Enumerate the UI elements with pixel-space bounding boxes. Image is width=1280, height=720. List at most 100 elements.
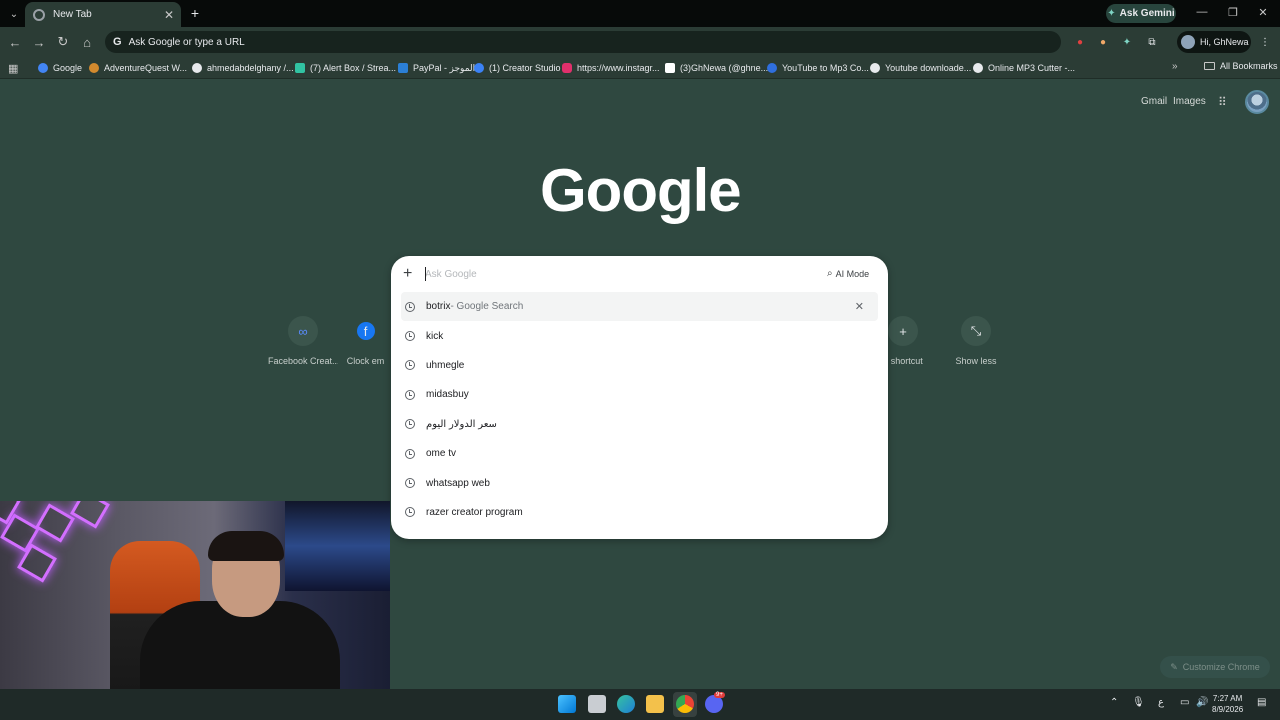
streamlabs-icon <box>295 63 305 73</box>
apps-grid-icon[interactable]: ▦ <box>8 62 18 75</box>
task-view-icon[interactable] <box>588 695 606 713</box>
meta-icon: ∞ <box>288 316 318 346</box>
extension-orange-icon[interactable]: ● <box>1096 35 1110 49</box>
paypal-icon <box>398 63 408 73</box>
ai-mode-button[interactable]: ⌕ AI Mode <box>827 268 869 279</box>
show-less-shortcut[interactable]: ⤡ Show less <box>941 316 1011 366</box>
history-icon <box>405 419 415 430</box>
hex-light <box>70 501 110 529</box>
all-bookmarks-button[interactable]: All Bookmarks <box>1204 61 1278 71</box>
account-avatar[interactable] <box>1245 90 1269 114</box>
volume-icon[interactable]: 🔊 <box>1196 697 1208 708</box>
shortcut-facebook-creator[interactable]: ∞ Facebook Creat... <box>268 316 338 366</box>
google-logo: Google <box>540 157 742 224</box>
globe-icon <box>973 63 983 73</box>
gemini-spark-icon: ✦ <box>1107 8 1116 19</box>
google-apps-icon[interactable]: ⠿ <box>1218 95 1232 109</box>
kebab-menu-icon[interactable]: ⋮ <box>1258 35 1272 49</box>
suggestion-item[interactable]: botrix - Google Search ✕ <box>401 292 878 322</box>
bookmark-item[interactable]: Online MP3 Cutter -... <box>973 61 1075 75</box>
google-g-icon: G <box>113 36 122 48</box>
globe-icon <box>870 63 880 73</box>
bookmark-item[interactable]: PayPal - الموجز <box>398 61 475 75</box>
shortcut-clock[interactable]: f Clock em <box>343 316 388 366</box>
extension-pin-icon[interactable]: ✦ <box>1120 35 1134 49</box>
network-icon[interactable]: ▭ <box>1180 697 1189 708</box>
google-icon <box>38 63 48 73</box>
suggestion-item[interactable]: سعر الدولار اليوم <box>391 410 888 439</box>
suggestion-item[interactable]: ome tv <box>391 439 888 468</box>
suggestion-item[interactable]: kick <box>391 321 888 350</box>
remove-suggestion-icon[interactable]: ✕ <box>855 300 864 313</box>
bookmark-item[interactable]: (1) Creator Studio <box>474 61 561 75</box>
windows-start-icon[interactable] <box>558 695 576 713</box>
tray-chevron-icon[interactable]: ⌃ <box>1110 697 1118 708</box>
bookmark-item[interactable]: (3)GhNewa (@ghne... <box>665 61 768 75</box>
new-tab-button[interactable]: + <box>186 4 204 22</box>
streamer-hair <box>208 531 284 561</box>
edge-icon[interactable] <box>617 695 635 713</box>
history-icon <box>405 507 415 518</box>
collapse-icon: ⤡ <box>961 316 991 346</box>
suggestion-item[interactable]: midasbuy <box>391 380 888 409</box>
plus-icon: + <box>888 316 918 346</box>
history-icon <box>405 389 415 400</box>
clock-time: 7:27 AM <box>1212 694 1243 703</box>
plus-icon[interactable]: + <box>403 265 412 283</box>
bookmark-item[interactable]: https://www.instagr... <box>562 61 660 75</box>
aq-icon <box>89 63 99 73</box>
chrome-taskbar-icon[interactable] <box>676 695 694 713</box>
toolbar: ← → ↻ ⌂ G Ask Google or type a URL ● ● ✦… <box>0 27 1280 57</box>
language-indicator[interactable]: ع <box>1158 697 1164 708</box>
bookmark-item[interactable]: AdventureQuest W... <box>89 61 187 75</box>
back-arrow-icon[interactable]: ← <box>7 34 23 50</box>
tab-new-tab[interactable]: New Tab ✕ <box>25 2 181 27</box>
window-close-icon[interactable]: ✕ <box>1255 6 1271 19</box>
tab-search-chevron-icon[interactable]: ⌄ <box>4 4 24 24</box>
bookmark-item[interactable]: Google <box>38 61 82 75</box>
bookmark-item[interactable]: Youtube downloade... <box>870 61 971 75</box>
images-link[interactable]: Images <box>1173 96 1206 107</box>
ytmp3-icon <box>767 63 777 73</box>
shortcut-label: Facebook Creat... <box>268 356 338 366</box>
omnibox-text: Ask Google or type a URL <box>128 36 245 48</box>
file-explorer-icon[interactable] <box>646 695 664 713</box>
notification-icon[interactable]: ▤ <box>1257 697 1266 708</box>
search-input[interactable] <box>425 266 805 282</box>
ask-gemini-button[interactable]: ✦ Ask Gemini <box>1106 4 1176 23</box>
suggestion-item[interactable]: razer creator program <box>391 498 888 527</box>
tab-close-icon[interactable]: ✕ <box>161 8 177 22</box>
chrome-icon <box>33 8 45 21</box>
gmail-link[interactable]: Gmail <box>1141 96 1167 107</box>
bookmarks-overflow-icon[interactable]: » <box>1172 61 1178 72</box>
bookmark-item[interactable]: (7) Alert Box / Strea... <box>295 61 396 75</box>
history-icon <box>405 360 415 371</box>
suggestion-item[interactable]: whatsapp web <box>391 468 888 497</box>
reload-icon[interactable]: ↻ <box>55 34 71 50</box>
profile-button[interactable]: Hi, GhNewa <box>1177 31 1251 53</box>
bookmark-item[interactable]: YouTube to Mp3 Co... <box>767 61 869 75</box>
instagram-icon <box>562 63 572 73</box>
suggestion-item[interactable]: uhmegle <box>391 351 888 380</box>
forward-arrow-icon[interactable]: → <box>31 34 47 50</box>
background-monitor <box>285 501 390 591</box>
suggestion-list: botrix - Google Search ✕ kick uhmegle mi… <box>391 292 888 527</box>
omnibox[interactable]: G Ask Google or type a URL <box>105 31 1061 53</box>
history-icon <box>405 448 415 459</box>
search-dropdown: + ⌕ AI Mode botrix - Google Search ✕ kic… <box>391 256 888 539</box>
minimize-icon[interactable]: — <box>1194 6 1210 18</box>
extension-red-icon[interactable]: ● <box>1073 35 1087 49</box>
ai-search-icon: ⌕ <box>827 268 833 279</box>
shortcut-label: Clock em <box>346 356 385 366</box>
bookmark-item[interactable]: ahmedabdelghany /... <box>192 61 294 75</box>
customize-chrome-button[interactable]: ✎ Customize Chrome <box>1160 656 1270 678</box>
history-icon <box>405 331 415 342</box>
extensions-puzzle-icon[interactable]: ⧉ <box>1145 35 1159 49</box>
facebook-icon: f <box>356 322 375 340</box>
github-icon <box>192 63 202 73</box>
clock-date: 8/9/2026 <box>1212 705 1244 714</box>
clock[interactable]: 7:27 AM 8/9/2026 <box>1212 693 1243 715</box>
microphone-icon[interactable]: 🎙 <box>1132 697 1145 708</box>
home-icon[interactable]: ⌂ <box>79 34 95 50</box>
restore-icon[interactable]: ❐ <box>1225 6 1241 19</box>
